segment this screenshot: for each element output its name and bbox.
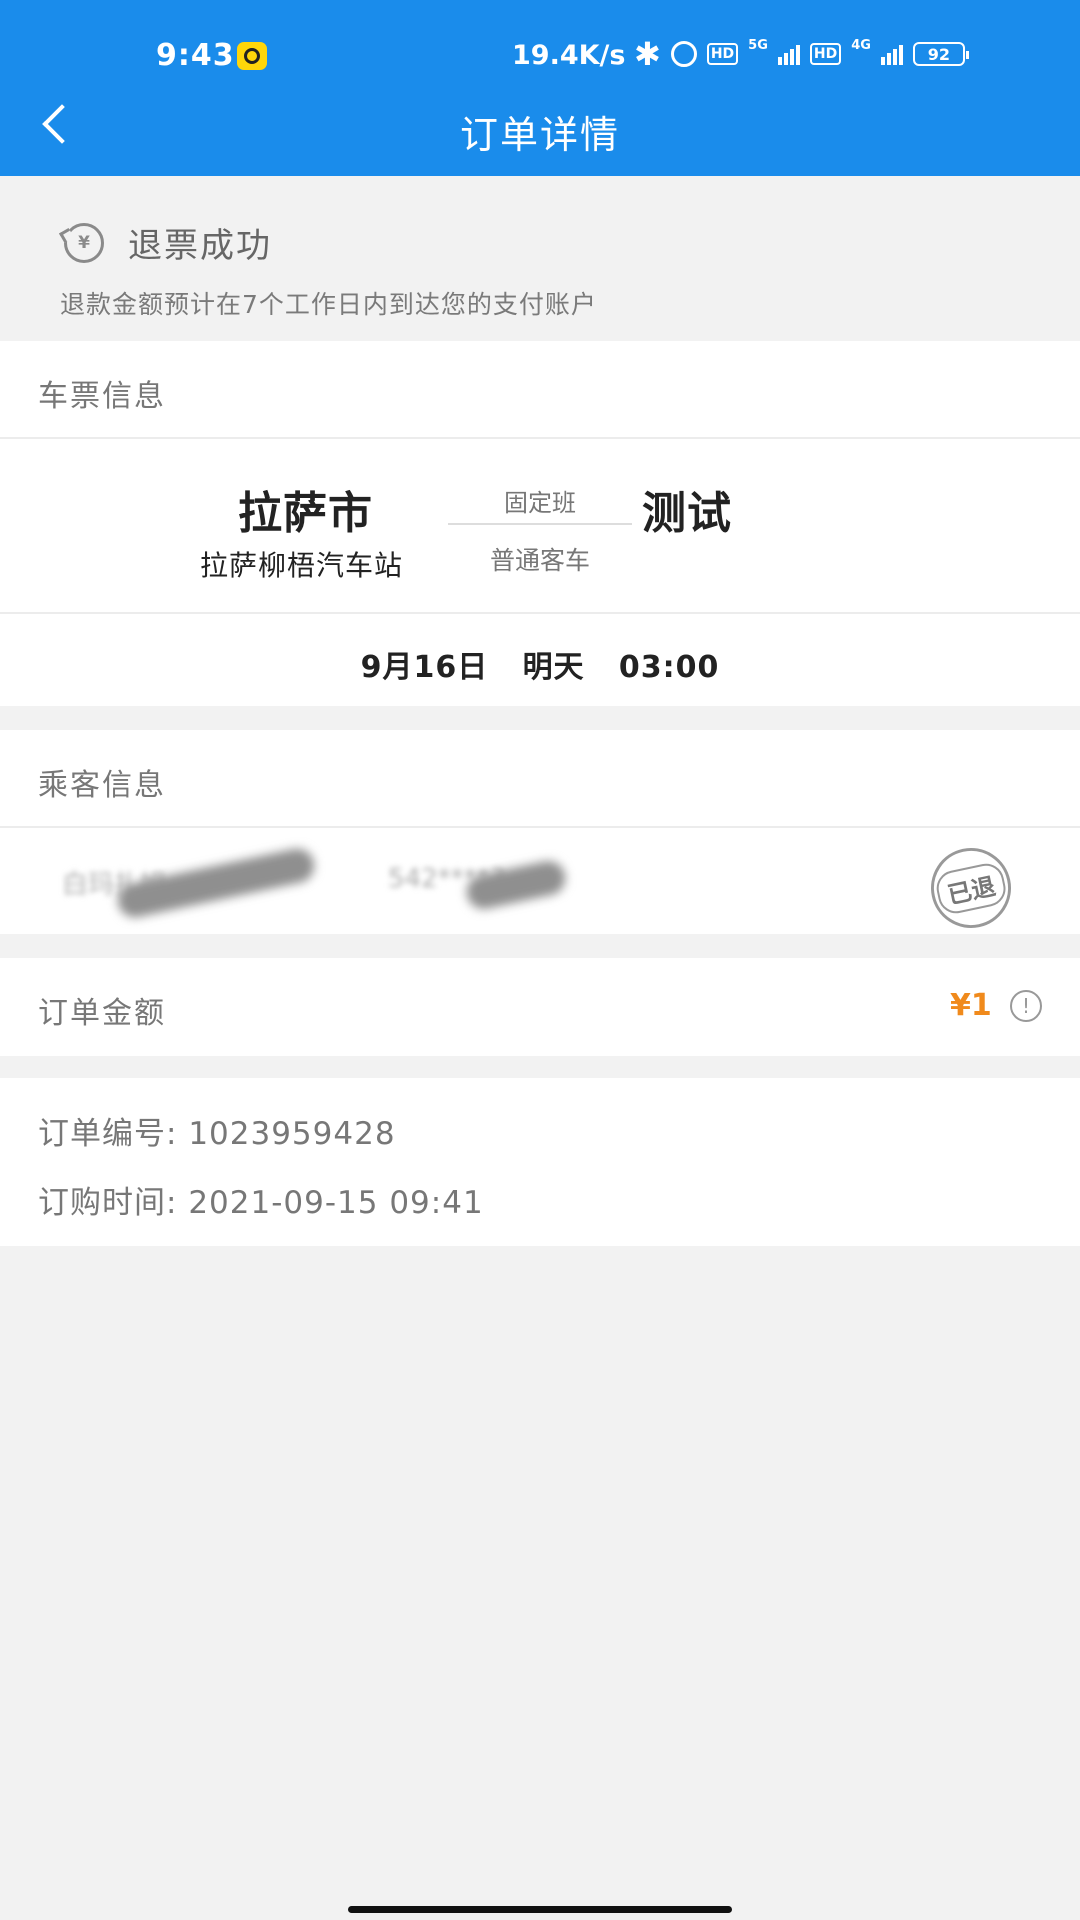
passenger-section-label: 乘客信息	[38, 768, 166, 803]
order-amount-label: 订单金额	[38, 996, 166, 1031]
alarm-icon	[670, 41, 697, 67]
departure-station: 拉萨柳梧汽车站	[200, 549, 404, 582]
refunded-stamp-label: 已退	[933, 859, 1009, 917]
hd-badge-2: HD	[809, 43, 842, 65]
from-city: 拉萨市	[238, 488, 373, 539]
refund-status-title: 退票成功	[128, 226, 272, 266]
order-time-row: 订购时间: 2021-09-15 09:41	[38, 1177, 484, 1222]
status-icons: ✱ HD 5G HD 4G 92	[634, 35, 969, 73]
info-icon[interactable]: !	[1010, 990, 1042, 1022]
order-number-label: 订单编号:	[38, 1116, 178, 1152]
network-speed: 19.4K/s	[512, 40, 626, 71]
network-5g-label: 5G	[748, 38, 768, 53]
ticket-section-header: 车票信息	[0, 341, 1080, 439]
to-city: 测试	[642, 488, 732, 539]
route-card: 拉萨市 固定班 测试 普通客车	[0, 439, 1080, 612]
signal-icon-2	[880, 43, 903, 65]
hd-badge: HD	[706, 43, 739, 65]
home-indicator[interactable]	[348, 1906, 732, 1913]
order-number-row: 订单编号: 1023959428	[38, 1108, 396, 1153]
order-amount-row: 订单金额	[0, 958, 1080, 1056]
departure-time: 03:00	[618, 650, 720, 685]
order-number: 1023959428	[188, 1116, 396, 1152]
passenger-section-header: 乘客信息	[0, 730, 1080, 828]
bus-type: 普通客车	[489, 546, 590, 575]
order-amount-value: ¥1	[950, 988, 992, 1023]
notification-badge-icon	[237, 42, 267, 70]
battery-icon: 92	[912, 42, 969, 66]
app-header: 9:43 19.4K/s ✱ HD 5G HD 4G 92 订单详情	[0, 0, 1080, 176]
page-title: 订单详情	[459, 113, 620, 157]
departure-datetime: 9月16日 明天 03:00	[0, 642, 1080, 686]
departure-day: 明天	[522, 650, 585, 685]
ticket-section-label: 车票信息	[38, 379, 166, 414]
order-time: 2021-09-15 09:41	[188, 1185, 484, 1221]
redaction-mark	[114, 845, 318, 921]
route-type: 固定班	[504, 489, 576, 517]
bluetooth-icon: ✱	[634, 35, 661, 73]
order-time-label: 订购时间:	[38, 1185, 178, 1221]
network-4g-label: 4G	[851, 38, 871, 53]
refund-icon: ¥	[64, 223, 104, 263]
departure-date: 9月16日	[360, 650, 489, 685]
signal-icon	[777, 43, 800, 65]
route-line	[448, 523, 632, 525]
passenger-row: 白玛扎姆 542****3	[0, 828, 1080, 934]
status-bar: 9:43 19.4K/s ✱ HD 5G HD 4G 92	[0, 0, 1080, 108]
refund-note: 退款金额预计在7个工作日内到达您的支付账户	[60, 290, 597, 319]
status-time: 9:43	[156, 38, 235, 73]
